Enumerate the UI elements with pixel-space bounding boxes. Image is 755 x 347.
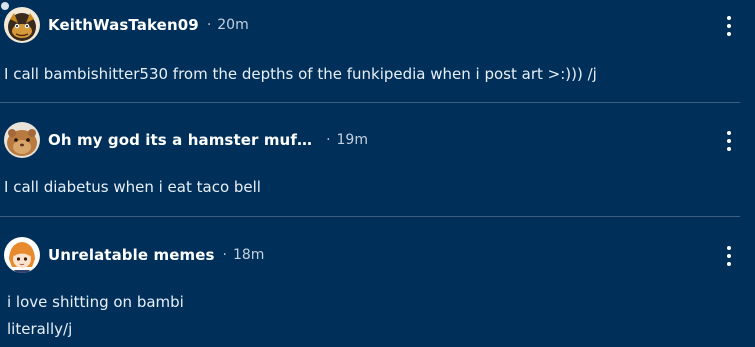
comment-header: Unrelatable memes · 18m xyxy=(4,237,264,273)
username[interactable]: Unrelatable memes xyxy=(48,246,215,264)
username[interactable]: Oh my god its a hamster muf… xyxy=(48,131,312,149)
timestamp: 19m xyxy=(336,132,368,148)
comment-header: Oh my god its a hamster muf… · 19m xyxy=(4,122,368,158)
comment-text: literally/j xyxy=(7,320,73,338)
meta-separator: · xyxy=(222,247,227,263)
more-options-icon[interactable] xyxy=(722,16,736,36)
comment-item: Unrelatable memes · 18m i love shitting … xyxy=(0,217,740,347)
meta-separator: · xyxy=(326,132,331,148)
user-avatar[interactable] xyxy=(4,122,40,158)
comment-item: Oh my god its a hamster muf… · 19m I cal… xyxy=(0,103,740,217)
user-avatar[interactable] xyxy=(4,237,40,273)
more-options-icon[interactable] xyxy=(722,131,736,151)
timestamp: 18m xyxy=(232,247,265,263)
comment-text: I call bambishitter530 from the depths o… xyxy=(4,65,597,83)
meta-separator: · xyxy=(206,17,212,33)
comment-item: KeithWasTaken09 · 20m I call bambishitte… xyxy=(0,0,740,103)
comment-header: KeithWasTaken09 · 20m xyxy=(4,7,249,43)
user-avatar[interactable] xyxy=(4,7,40,43)
timestamp: 20m xyxy=(217,17,249,33)
more-options-icon[interactable] xyxy=(722,246,736,266)
username[interactable]: KeithWasTaken09 xyxy=(48,16,199,34)
comment-text: I call diabetus when i eat taco bell xyxy=(4,178,261,196)
comment-text: i love shitting on bambi xyxy=(7,293,184,311)
